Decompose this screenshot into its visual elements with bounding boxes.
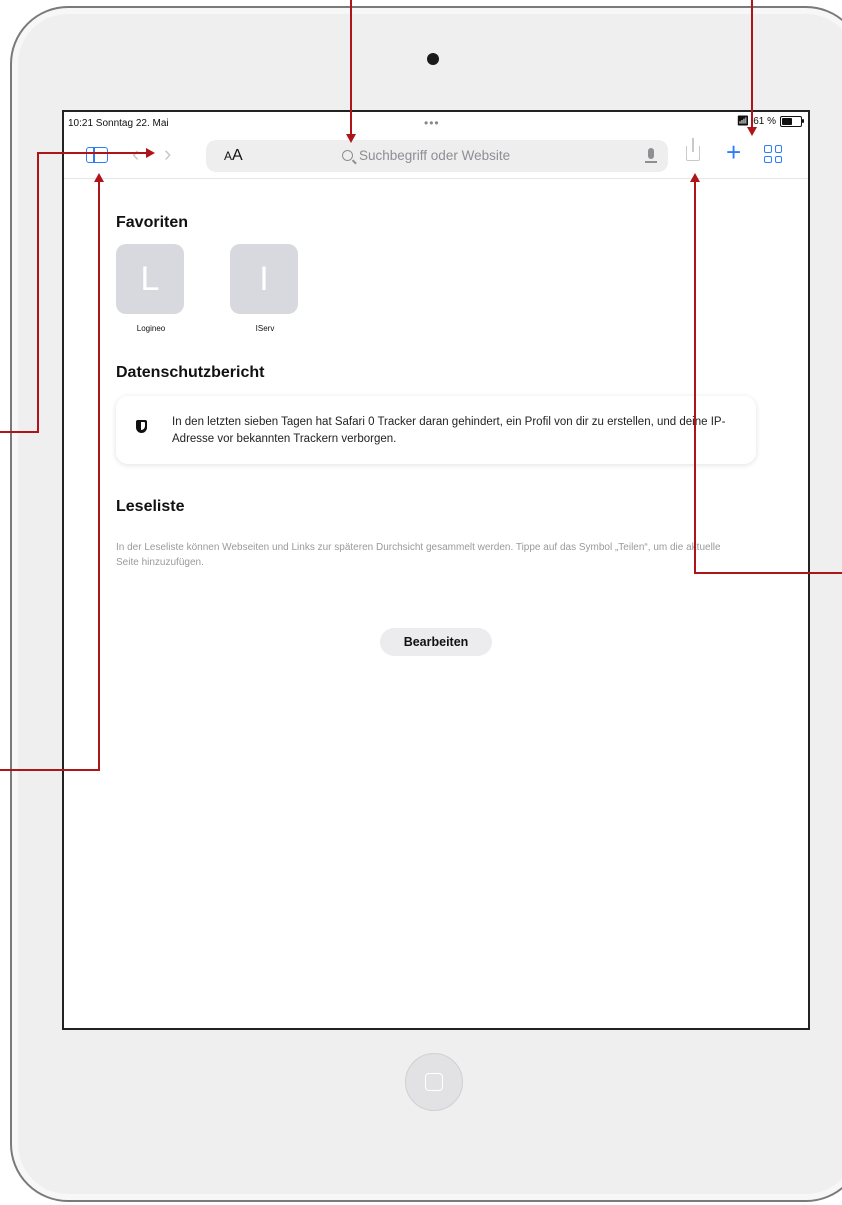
annotation-line — [0, 431, 38, 433]
annotation-line — [37, 152, 39, 433]
annotation-line — [0, 769, 100, 771]
front-camera — [427, 53, 439, 65]
share-icon[interactable] — [686, 138, 700, 161]
annotation-line — [694, 180, 696, 574]
microphone-icon[interactable] — [645, 148, 657, 163]
favorite-iserv[interactable]: I IServ — [230, 244, 300, 333]
search-field[interactable]: Suchbegriff oder Website — [342, 148, 510, 163]
annotation-line — [350, 0, 352, 136]
edit-button[interactable]: Bearbeiten — [380, 628, 492, 656]
favorite-logineo[interactable]: L Logineo — [116, 244, 186, 333]
arrow-head-down-icon — [346, 134, 356, 143]
battery-percent: 61 % — [753, 116, 776, 127]
status-right: 📶︎ 61 % — [736, 116, 804, 127]
shield-icon — [136, 420, 147, 433]
annotation-line — [98, 180, 100, 771]
reader-settings-button[interactable]: AA — [224, 147, 243, 165]
privacy-report-heading: Datenschutzbericht — [116, 364, 265, 381]
privacy-report-text: In den letzten sieben Tagen hat Safari 0… — [172, 416, 726, 445]
arrow-head-right-icon — [146, 148, 155, 158]
address-bar[interactable]: AA Suchbegriff oder Website — [206, 140, 668, 172]
privacy-report-card[interactable]: In den letzten sieben Tagen hat Safari 0… — [116, 396, 756, 464]
favorites-heading: Favoriten — [116, 214, 189, 231]
status-bar: 10:21 Sonntag 22. Mai ••• 📶︎ 61 % — [64, 112, 808, 136]
search-placeholder: Suchbegriff oder Website — [359, 148, 511, 163]
arrow-head-down-icon — [747, 127, 757, 136]
annotation-line — [751, 0, 753, 128]
search-icon — [342, 150, 353, 161]
home-square-icon — [425, 1073, 443, 1091]
status-time-date: 10:21 Sonntag 22. Mai — [68, 118, 169, 129]
arrow-head-up-icon — [690, 173, 700, 182]
forward-button[interactable]: › — [164, 143, 171, 165]
favorite-label: Logineo — [136, 324, 166, 333]
favorite-tile[interactable]: I — [230, 244, 298, 314]
home-button[interactable] — [405, 1053, 463, 1111]
tab-overview-icon[interactable] — [764, 145, 782, 163]
favorite-tile[interactable]: L — [116, 244, 184, 314]
reading-list-heading: Leseliste — [116, 498, 185, 515]
wifi-icon: 📶︎ — [736, 116, 750, 127]
new-tab-button[interactable]: + — [726, 139, 741, 165]
battery-fill — [782, 118, 793, 125]
annotation-line — [37, 152, 147, 154]
arrow-head-up-icon — [94, 173, 104, 182]
reading-list-description: In der Leseliste können Webseiten und Li… — [116, 542, 721, 568]
sidebar-toggle-icon[interactable] — [86, 147, 108, 163]
safari-screen: 10:21 Sonntag 22. Mai ••• 📶︎ 61 % ‹ › AA… — [62, 110, 810, 1030]
battery-icon — [780, 116, 804, 127]
annotation-line — [694, 572, 842, 574]
favorite-label: IServ — [255, 324, 275, 333]
back-button[interactable]: ‹ — [132, 143, 139, 165]
multitasking-dots[interactable]: ••• — [424, 116, 440, 130]
